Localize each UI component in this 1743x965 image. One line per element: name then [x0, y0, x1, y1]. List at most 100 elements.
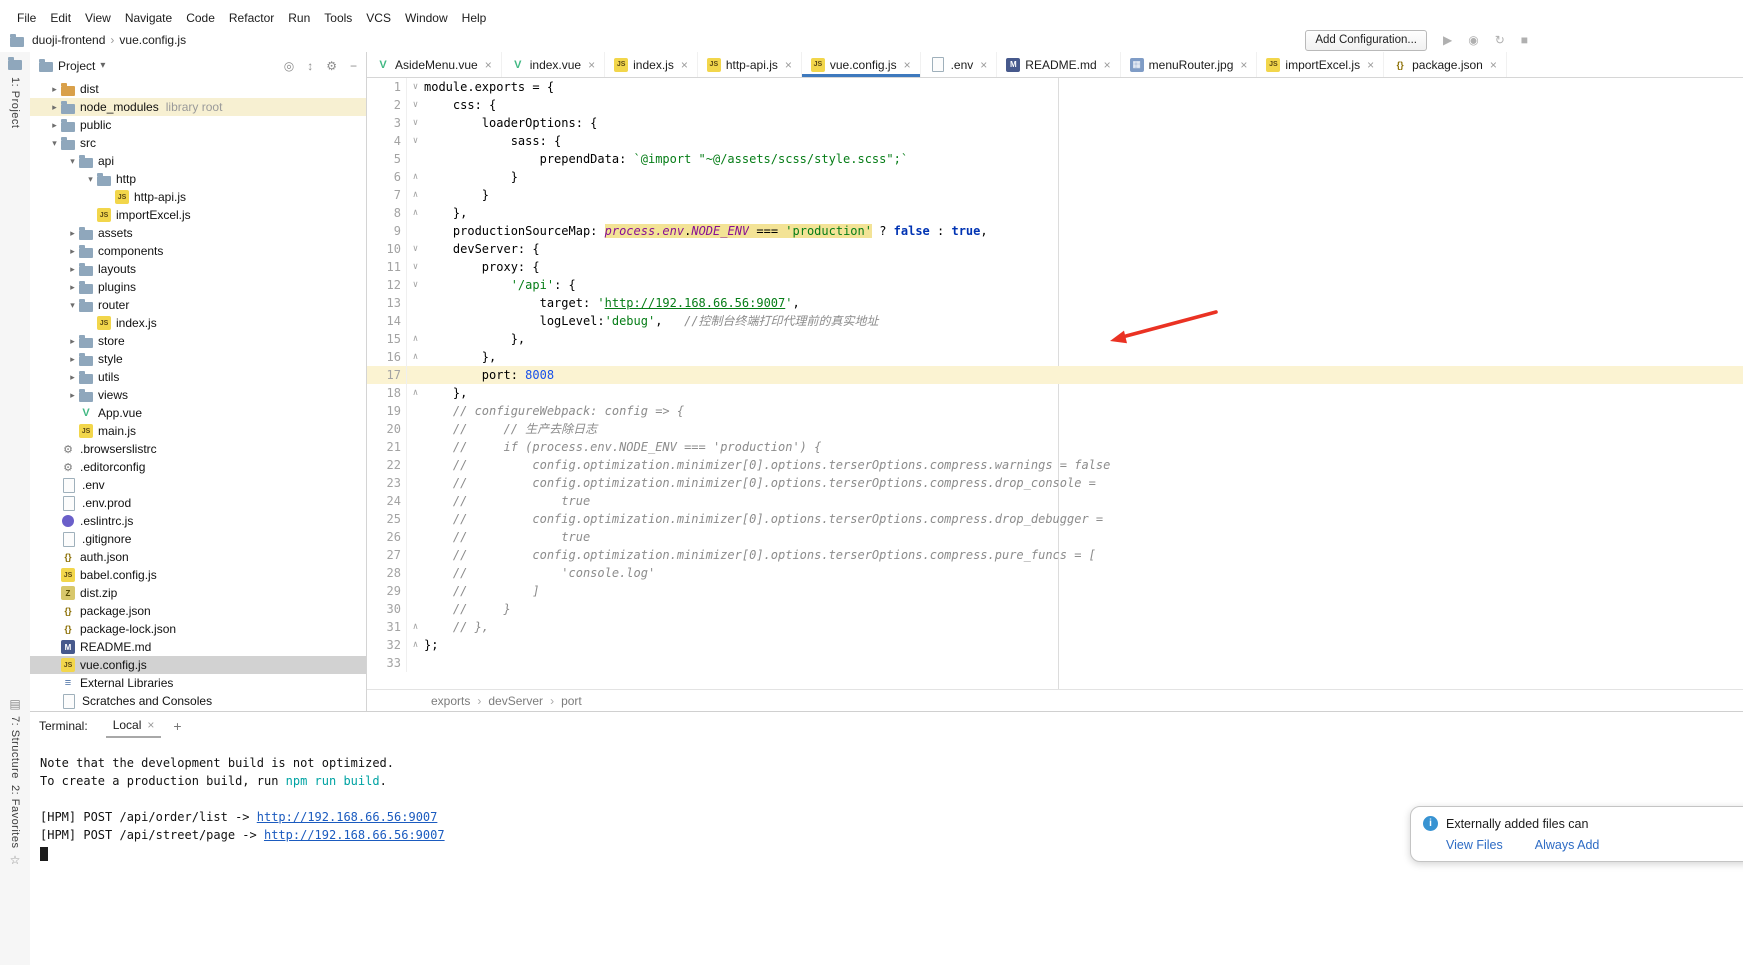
tab-.env[interactable]: .env× — [921, 52, 998, 77]
breadcrumb-item[interactable]: vue.config.js — [119, 33, 186, 47]
code-line-8[interactable]: 8∧ }, — [367, 204, 1743, 222]
line-number[interactable]: 19 — [367, 402, 407, 420]
fold-marker-icon[interactable]: ∨ — [407, 132, 424, 150]
code-line-16[interactable]: 16∧ }, — [367, 348, 1743, 366]
terminal-tab-local[interactable]: Local × — [106, 714, 162, 738]
code-line-26[interactable]: 26 // true — [367, 528, 1743, 546]
tree-item-store[interactable]: ▸store — [30, 332, 366, 350]
tree-item-public[interactable]: ▸public — [30, 116, 366, 134]
code-line-25[interactable]: 25 // config.optimization.minimizer[0].o… — [367, 510, 1743, 528]
line-number[interactable]: 33 — [367, 654, 407, 672]
menu-vcs[interactable]: VCS — [359, 11, 398, 25]
terminal-line-2[interactable]: To create a production build, run npm ru… — [40, 772, 1743, 790]
code-line-20[interactable]: 20 // // 生产去除日志 — [367, 420, 1743, 438]
line-number[interactable]: 11 — [367, 258, 407, 276]
code-line-15[interactable]: 15∧ }, — [367, 330, 1743, 348]
tree-item-vue.config.js[interactable]: JSvue.config.js — [30, 656, 366, 674]
line-number[interactable]: 20 — [367, 420, 407, 438]
tree-item-views[interactable]: ▸views — [30, 386, 366, 404]
tree-item-auth.json[interactable]: {}auth.json — [30, 548, 366, 566]
code-line-12[interactable]: 12∨ '/api': { — [367, 276, 1743, 294]
fold-marker-icon[interactable]: ∨ — [407, 276, 424, 294]
chevron-down-icon[interactable]: ▾ — [66, 156, 79, 167]
line-number[interactable]: 27 — [367, 546, 407, 564]
line-number[interactable]: 26 — [367, 528, 407, 546]
line-number[interactable]: 21 — [367, 438, 407, 456]
code-line-30[interactable]: 30 // } — [367, 600, 1743, 618]
line-number[interactable]: 6 — [367, 168, 407, 186]
tree-item-main.js[interactable]: JSmain.js — [30, 422, 366, 440]
fold-marker-icon[interactable]: ∨ — [407, 258, 424, 276]
line-number[interactable]: 32 — [367, 636, 407, 654]
menu-window[interactable]: Window — [398, 11, 455, 25]
line-number[interactable]: 17 — [367, 366, 407, 384]
fold-marker-icon[interactable]: ∧ — [407, 168, 424, 186]
line-number[interactable]: 29 — [367, 582, 407, 600]
tree-item-index.js[interactable]: JSindex.js — [30, 314, 366, 332]
tree-item-package.json[interactable]: {}package.json — [30, 602, 366, 620]
chevron-right-icon[interactable]: ▸ — [66, 264, 79, 275]
tree-item-http[interactable]: ▾http — [30, 170, 366, 188]
close-icon[interactable]: × — [904, 58, 911, 72]
close-icon[interactable]: × — [681, 58, 688, 72]
line-number[interactable]: 22 — [367, 456, 407, 474]
line-number[interactable]: 7 — [367, 186, 407, 204]
hide-icon[interactable]: − — [350, 59, 357, 73]
tree-item-.env.prod[interactable]: .env.prod — [30, 494, 366, 512]
code-line-2[interactable]: 2∨ css: { — [367, 96, 1743, 114]
close-icon[interactable]: × — [1104, 58, 1111, 72]
code-line-21[interactable]: 21 // if (process.env.NODE_ENV === 'prod… — [367, 438, 1743, 456]
tree-item-App.vue[interactable]: VApp.vue — [30, 404, 366, 422]
tab-AsideMenu.vue[interactable]: VAsideMenu.vue× — [367, 52, 502, 77]
menu-refactor[interactable]: Refactor — [222, 11, 281, 25]
line-number[interactable]: 13 — [367, 294, 407, 312]
chevron-right-icon[interactable]: ▸ — [66, 354, 79, 365]
code-line-31[interactable]: 31∧ // }, — [367, 618, 1743, 636]
tree-item-External Libraries[interactable]: ≡External Libraries — [30, 674, 366, 692]
project-panel-title[interactable]: Project — [58, 59, 95, 73]
menu-code[interactable]: Code — [179, 11, 222, 25]
close-icon[interactable]: × — [1490, 58, 1497, 72]
tab-index.vue[interactable]: Vindex.vue× — [502, 52, 605, 77]
chevron-right-icon[interactable]: ▸ — [66, 282, 79, 293]
run-icon[interactable]: ▶ — [1443, 33, 1452, 47]
close-icon[interactable]: × — [785, 58, 792, 72]
rerun-icon[interactable]: ↻ — [1495, 33, 1505, 47]
chevron-down-icon[interactable]: ▾ — [84, 174, 97, 185]
tab-package.json[interactable]: {}package.json× — [1384, 52, 1507, 77]
code-line-24[interactable]: 24 // true — [367, 492, 1743, 510]
terminal-line-1[interactable]: Note that the development build is not o… — [40, 754, 1743, 772]
code-line-3[interactable]: 3∨ loaderOptions: { — [367, 114, 1743, 132]
line-number[interactable]: 16 — [367, 348, 407, 366]
line-number[interactable]: 23 — [367, 474, 407, 492]
view-files-link[interactable]: View Files — [1446, 838, 1503, 852]
close-icon[interactable]: × — [980, 58, 987, 72]
tree-item-utils[interactable]: ▸utils — [30, 368, 366, 386]
close-icon[interactable]: × — [588, 58, 595, 72]
line-number[interactable]: 4 — [367, 132, 407, 150]
chevron-right-icon[interactable]: ▸ — [66, 336, 79, 347]
tab-README.md[interactable]: MREADME.md× — [997, 52, 1120, 77]
menu-help[interactable]: Help — [455, 11, 494, 25]
code-line-7[interactable]: 7∧ } — [367, 186, 1743, 204]
line-number[interactable]: 25 — [367, 510, 407, 528]
line-number[interactable]: 3 — [367, 114, 407, 132]
tree-item-assets[interactable]: ▸assets — [30, 224, 366, 242]
chevron-down-icon[interactable]: ▾ — [48, 138, 61, 149]
breadcrumb-item[interactable]: duoji-frontend — [32, 33, 105, 47]
code-line-29[interactable]: 29 // ] — [367, 582, 1743, 600]
fold-marker-icon[interactable]: ∧ — [407, 330, 424, 348]
line-number[interactable]: 5 — [367, 150, 407, 168]
tab-menuRouter.jpg[interactable]: ▦menuRouter.jpg× — [1121, 52, 1258, 77]
fold-marker-icon[interactable]: ∨ — [407, 114, 424, 132]
fold-marker-icon[interactable]: ∧ — [407, 186, 424, 204]
fold-marker-icon[interactable]: ∧ — [407, 636, 424, 654]
tab-importExcel.js[interactable]: JSimportExcel.js× — [1257, 52, 1384, 77]
tree-item-components[interactable]: ▸components — [30, 242, 366, 260]
tab-http-api.js[interactable]: JShttp-api.js× — [698, 52, 802, 77]
fold-marker-icon[interactable]: ∧ — [407, 348, 424, 366]
code-line-22[interactable]: 22 // config.optimization.minimizer[0].o… — [367, 456, 1743, 474]
menu-file[interactable]: File — [10, 11, 43, 25]
line-number[interactable]: 31 — [367, 618, 407, 636]
stripe-structure-button[interactable]: 7: Structure — [9, 716, 21, 779]
